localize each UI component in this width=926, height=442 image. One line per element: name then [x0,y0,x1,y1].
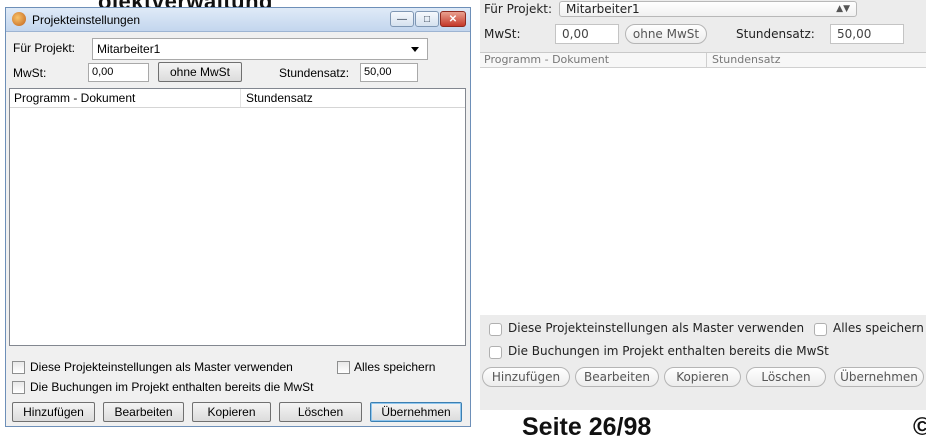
updown-arrows-icon: ▲▼ [836,4,850,14]
save-all-checkbox[interactable] [337,361,350,374]
stundensatz-label: Stundensatz: [279,66,350,80]
mac-project-select-value: Mitarbeiter1 [566,2,640,16]
master-checkbox[interactable] [12,361,25,374]
mac-add-button[interactable]: Hinzufügen [482,367,570,387]
mac-master-checkbox[interactable] [489,323,502,336]
mac-project-label: Für Projekt: [484,2,553,16]
edit-button[interactable]: Bearbeiten [103,402,184,422]
page-footer: Seite 26/98 [522,413,652,441]
stundensatz-field[interactable]: 50,00 [360,63,418,82]
mwst-included-checkbox-label: Die Buchungen im Projekt enthalten berei… [30,380,314,394]
column-header-stundensatz[interactable]: Stundensatz [246,91,313,105]
mac-column-header-program[interactable]: Programm - Dokument [484,53,609,67]
mac-master-checkbox-label: Diese Projekteinstellungen als Master ve… [508,321,805,335]
project-select-value: Mitarbeiter1 [97,42,161,56]
mac-delete-button[interactable]: Löschen [746,367,826,387]
mac-mwst-included-checkbox[interactable] [489,346,502,359]
chevron-down-icon [411,47,419,52]
window-title: Projekteinstellungen [32,13,141,27]
mac-project-settings-dialog: Für Projekt: Mitarbeiter1 ▲▼ MwSt: 0,00 … [480,0,926,410]
mac-save-all-checkbox[interactable] [814,323,827,336]
mac-column-header-stundensatz[interactable]: Stundensatz [712,53,781,67]
delete-button[interactable]: Löschen [279,402,362,422]
mac-apply-button[interactable]: Übernehmen [834,367,924,387]
column-header-program[interactable]: Programm - Dokument [14,91,135,105]
mac-stundensatz-label: Stundensatz: [736,27,815,41]
mac-table-header: Programm - Dokument Stundensatz [480,53,926,68]
close-button[interactable]: ✕ [440,11,466,27]
app-icon [12,12,26,26]
mac-rates-table[interactable]: Programm - Dokument Stundensatz [480,52,926,315]
project-select[interactable]: Mitarbeiter1 [92,38,428,60]
mac-mwst-included-checkbox-label: Die Buchungen im Projekt enthalten berei… [508,344,829,358]
maximize-button[interactable]: □ [415,11,439,27]
project-label: Für Projekt: [13,41,76,55]
mac-save-all-checkbox-label: Alles speichern [833,321,924,335]
mac-copy-button[interactable]: Kopieren [664,367,741,387]
minimize-button[interactable]: — [390,11,414,27]
mwst-included-checkbox[interactable] [12,381,25,394]
mac-ohne-mwst-button[interactable]: ohne MwSt [625,24,707,44]
mwst-field[interactable]: 0,00 [88,63,149,82]
add-button[interactable]: Hinzufügen [12,402,95,422]
rates-table[interactable]: Programm - Dokument Stundensatz [9,88,466,346]
copyright-symbol: © [913,413,926,441]
mac-stundensatz-field[interactable]: 50,00 [830,24,904,44]
master-checkbox-label: Diese Projekteinstellungen als Master ve… [30,360,293,374]
windows-project-settings-dialog: Projekteinstellungen — □ ✕ Für Projekt: … [5,7,471,427]
mac-mwst-label: MwSt: [484,27,521,41]
mac-project-select[interactable]: Mitarbeiter1 ▲▼ [559,1,857,17]
copy-button[interactable]: Kopieren [192,402,271,422]
title-bar: Projekteinstellungen — □ ✕ [6,8,470,32]
mwst-label: MwSt: [13,66,47,80]
ohne-mwst-button[interactable]: ohne MwSt [158,62,242,82]
save-all-checkbox-label: Alles speichern [354,360,436,374]
table-header: Programm - Dokument Stundensatz [10,89,465,108]
mac-edit-button[interactable]: Bearbeiten [575,367,659,387]
apply-button[interactable]: Übernehmen [370,402,462,422]
mac-mwst-field[interactable]: 0,00 [555,24,619,44]
